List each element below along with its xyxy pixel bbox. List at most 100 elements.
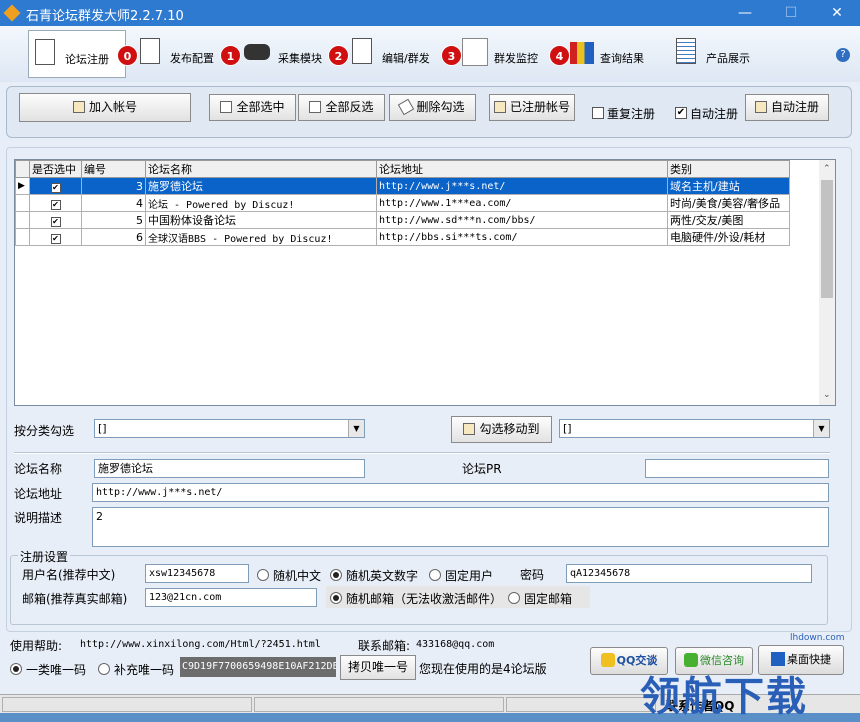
table-row[interactable]: ✔ 6 全球汉语BBS - Powered by Discuz! http://… bbox=[15, 228, 790, 246]
row-checkbox[interactable]: ✔ bbox=[50, 199, 61, 210]
description-field[interactable]: 2 bbox=[92, 507, 829, 547]
auto-register-icon bbox=[754, 101, 767, 113]
row-forum-name: 论坛 - Powered by Discuz! bbox=[145, 194, 377, 212]
row-checkbox[interactable]: ✔ bbox=[50, 233, 61, 244]
row-forum-url: http://www.1***ea.com/ bbox=[376, 194, 668, 212]
table-header-row: 是否选中 编号 论坛名称 论坛地址 类别 bbox=[15, 160, 790, 178]
registered-accounts-button[interactable]: 已注册帐号 bbox=[489, 94, 575, 121]
step-badge: 2 bbox=[328, 45, 349, 66]
row-checkbox[interactable]: ✔ bbox=[50, 216, 61, 227]
help-icon[interactable]: ? bbox=[836, 48, 850, 62]
class-one-radio[interactable] bbox=[10, 663, 22, 675]
target-category-combo[interactable]: [] ▼ bbox=[559, 419, 830, 438]
status-segment bbox=[254, 697, 504, 712]
tab-label: 群发监控 bbox=[494, 52, 538, 65]
column-header[interactable]: 论坛地址 bbox=[376, 160, 668, 178]
classify-combo[interactable]: [] ▼ bbox=[94, 419, 365, 438]
forum-url-field[interactable]: http://www.j***s.net/ bbox=[92, 483, 829, 502]
tab-edit-broadcast[interactable]: 编辑/群发 bbox=[350, 30, 440, 78]
fixed-mail-radio[interactable] bbox=[508, 592, 520, 604]
status-segment bbox=[506, 697, 656, 712]
invert-select-button[interactable]: 全部反选 bbox=[298, 94, 385, 121]
scroll-up-icon[interactable]: ⌃ bbox=[823, 164, 831, 174]
forum-url-label: 论坛地址 bbox=[14, 487, 63, 501]
table-row[interactable]: ✔ 4 论坛 - Powered by Discuz! http://www.1… bbox=[15, 194, 790, 212]
random-mail-radio[interactable] bbox=[330, 592, 342, 604]
add-account-icon bbox=[72, 101, 85, 113]
supplement-radio[interactable] bbox=[98, 663, 110, 675]
row-checkbox[interactable]: ✔ bbox=[50, 182, 61, 193]
row-id: 5 bbox=[81, 211, 146, 229]
unique-id-field[interactable]: C9D19F7700659498E10AF212DE bbox=[180, 657, 336, 677]
username-field[interactable]: xsw12345678 bbox=[145, 564, 249, 583]
table-row[interactable]: ▶ ✔ 3 施罗德论坛 http://www.j***s.net/ 域名主机/建… bbox=[15, 177, 790, 195]
row-id: 4 bbox=[81, 194, 146, 212]
repeat-register-checkbox[interactable] bbox=[592, 107, 604, 119]
window-title: 石青论坛群发大师2.2.7.10 bbox=[26, 9, 184, 24]
step-badge: 1 bbox=[220, 45, 241, 66]
forum-pr-label: 论坛PR bbox=[462, 462, 502, 476]
add-account-button[interactable]: 加入帐号 bbox=[19, 93, 191, 122]
contact-email[interactable]: 433168@qq.com bbox=[416, 639, 494, 650]
app-icon bbox=[3, 4, 21, 22]
description-label: 说明描述 bbox=[14, 511, 63, 525]
tab-label: 查询结果 bbox=[600, 52, 644, 65]
edit-document-icon bbox=[352, 38, 372, 64]
column-header[interactable]: 编号 bbox=[81, 160, 146, 178]
fixed-user-radio[interactable] bbox=[429, 569, 441, 581]
button-label: 自动注册 bbox=[770, 100, 819, 114]
tab-forum-register[interactable]: 论坛注册 bbox=[28, 30, 126, 78]
row-id: 3 bbox=[81, 177, 146, 195]
status-segment bbox=[2, 697, 252, 712]
chevron-down-icon[interactable]: ▼ bbox=[348, 420, 364, 437]
forum-pr-field[interactable] bbox=[645, 459, 829, 478]
tab-query-results[interactable]: 查询结果 bbox=[568, 30, 658, 78]
select-all-icon bbox=[220, 101, 233, 113]
password-field[interactable]: qA12345678 bbox=[566, 564, 812, 583]
grid-scrollbar[interactable]: ⌃ ⌄ bbox=[819, 160, 835, 405]
supplement-label: 补充唯一码 bbox=[114, 663, 175, 677]
chevron-down-icon[interactable]: ▼ bbox=[813, 420, 829, 437]
auto-register-button[interactable]: 自动注册 bbox=[745, 94, 829, 121]
column-header[interactable]: 类别 bbox=[667, 160, 790, 178]
delete-checked-button[interactable]: 删除勾选 bbox=[389, 94, 476, 121]
user-avatar-icon bbox=[462, 38, 488, 66]
close-button[interactable]: ✕ bbox=[814, 0, 860, 26]
table-row[interactable]: ✔ 5 中国粉体设备论坛 http://www.sd***n.com/bbs/ … bbox=[15, 211, 790, 229]
random-chinese-radio[interactable] bbox=[257, 569, 269, 581]
classify-label: 按分类勾选 bbox=[14, 424, 75, 438]
tab-broadcast-monitor[interactable]: 群发监控 bbox=[460, 30, 550, 78]
help-link[interactable]: http://www.xinxilong.com/Html/?2451.html bbox=[80, 639, 321, 650]
copy-id-button[interactable]: 拷贝唯一号 bbox=[340, 655, 416, 680]
qq-icon bbox=[600, 653, 615, 667]
move-checked-button[interactable]: 勾选移动到 bbox=[451, 416, 552, 443]
divider bbox=[14, 452, 830, 454]
minimize-button[interactable]: — bbox=[722, 0, 768, 26]
column-header[interactable]: 是否选中 bbox=[29, 160, 82, 178]
class-one-label: 一类唯一码 bbox=[26, 663, 87, 677]
column-header[interactable]: 论坛名称 bbox=[145, 160, 377, 178]
help-label: 使用帮助: bbox=[10, 639, 63, 653]
random-alnum-label: 随机英文数字 bbox=[346, 569, 419, 583]
button-label: 勾选移动到 bbox=[479, 422, 540, 436]
email-field[interactable]: 123@21cn.com bbox=[145, 588, 317, 607]
watermark-url: lhdown.com bbox=[790, 633, 845, 643]
repeat-register-label: 重复注册 bbox=[607, 107, 656, 121]
email-label: 邮箱(推荐真实邮箱) bbox=[22, 592, 128, 606]
tab-product-showcase[interactable]: 产品展示 bbox=[674, 30, 764, 78]
row-id: 6 bbox=[81, 228, 146, 246]
random-alnum-radio[interactable] bbox=[330, 569, 342, 581]
binoculars-icon bbox=[244, 44, 270, 60]
select-all-button[interactable]: 全部选中 bbox=[209, 94, 296, 121]
tab-collect-module[interactable]: 采集模块 bbox=[242, 30, 332, 78]
scroll-thumb[interactable] bbox=[821, 180, 833, 298]
watermark-logo: 领航下载 bbox=[640, 674, 808, 720]
tab-label: 采集模块 bbox=[278, 52, 322, 65]
username-label: 用户名(推荐中文) bbox=[22, 568, 116, 582]
forum-name-field[interactable]: 施罗德论坛 bbox=[94, 459, 365, 478]
row-forum-name: 全球汉语BBS - Powered by Discuz! bbox=[145, 228, 377, 246]
tab-publish-config[interactable]: 发布配置 bbox=[138, 30, 228, 78]
maximize-button[interactable]: ☐ bbox=[768, 0, 814, 26]
auto-register-checkbox[interactable]: ✔ bbox=[675, 107, 687, 119]
scroll-down-icon[interactable]: ⌄ bbox=[823, 390, 831, 400]
